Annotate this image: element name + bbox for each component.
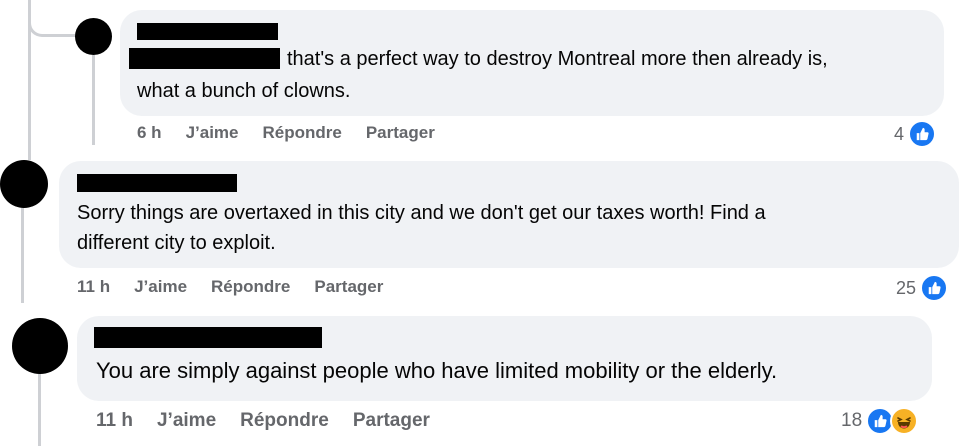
reply-button[interactable]: Répondre bbox=[240, 410, 329, 432]
avatar[interactable] bbox=[0, 160, 48, 208]
reaction-count: 18 bbox=[841, 410, 863, 431]
timestamp[interactable]: 11 h bbox=[77, 277, 110, 297]
share-button[interactable]: Partager bbox=[314, 277, 383, 297]
author-name-redacted[interactable] bbox=[137, 23, 278, 40]
like-icon bbox=[908, 120, 937, 148]
reply-button[interactable]: Répondre bbox=[211, 277, 290, 297]
comment-actions: 11 h J’aime Répondre Partager bbox=[77, 277, 383, 297]
thread-line-bottom bbox=[38, 372, 41, 446]
author-name-redacted[interactable] bbox=[77, 174, 237, 192]
comment-text-line-1: Sorry things are overtaxed in this city … bbox=[77, 202, 766, 224]
comment-text-line-1: that's a perfect way to destroy Montreal… bbox=[287, 48, 828, 70]
like-button[interactable]: J’aime bbox=[134, 277, 187, 297]
thread-line-middle bbox=[21, 208, 24, 303]
comment-text-line-2: what a bunch of clowns. bbox=[137, 80, 351, 102]
avatar[interactable] bbox=[75, 18, 112, 55]
haha-icon bbox=[890, 407, 919, 435]
reaction-count: 4 bbox=[894, 123, 905, 144]
comment-actions: 6 h J’aime Répondre Partager bbox=[137, 123, 435, 143]
comment-text-line-2: different city to exploit. bbox=[77, 232, 276, 254]
reaction-summary[interactable]: 25 bbox=[896, 274, 949, 302]
timestamp[interactable]: 11 h bbox=[96, 410, 133, 432]
like-icon bbox=[920, 274, 949, 302]
share-button[interactable]: Partager bbox=[366, 123, 435, 143]
share-button[interactable]: Partager bbox=[353, 410, 430, 432]
reaction-summary[interactable]: 4 bbox=[894, 120, 937, 148]
avatar[interactable] bbox=[12, 318, 68, 374]
reaction-count: 25 bbox=[896, 277, 917, 298]
like-button[interactable]: J’aime bbox=[157, 410, 216, 432]
thread-line-reply bbox=[92, 55, 95, 145]
reaction-summary[interactable]: 18 bbox=[841, 407, 919, 435]
like-button[interactable]: J’aime bbox=[186, 123, 239, 143]
author-name-redacted[interactable] bbox=[94, 327, 322, 348]
redacted-text bbox=[129, 48, 280, 69]
reply-button[interactable]: Répondre bbox=[263, 123, 342, 143]
comment-actions: 11 h J’aime Répondre Partager bbox=[96, 410, 430, 432]
timestamp[interactable]: 6 h bbox=[137, 123, 162, 143]
comment-text-line-1: You are simply against people who have l… bbox=[96, 358, 778, 383]
thread-elbow-first-reply bbox=[28, 0, 79, 37]
